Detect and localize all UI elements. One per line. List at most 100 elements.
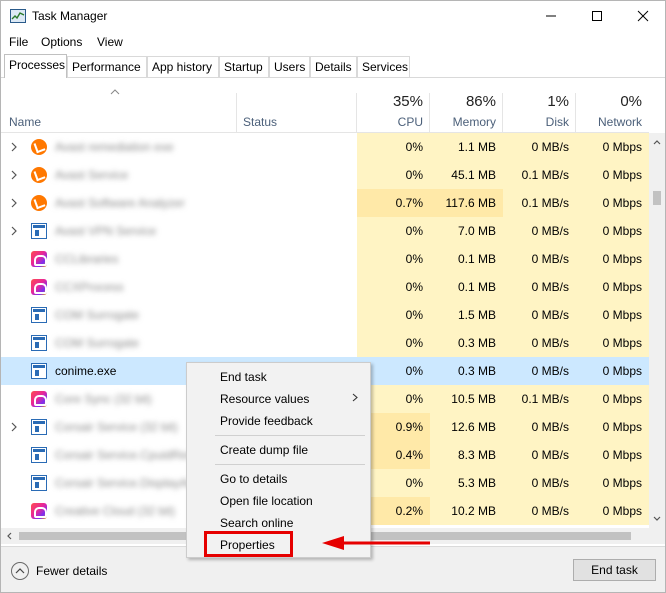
expand-chevron-icon[interactable]: [10, 170, 18, 180]
creative-cloud-icon: [31, 391, 47, 407]
scroll-up-icon[interactable]: [653, 139, 661, 145]
process-disk-value: 0 MB/s: [503, 497, 576, 525]
process-row[interactable]: Avast Software Analyzer 0.7% 117.6 MB 0.1 M…: [1, 189, 649, 217]
vertical-scrollbar[interactable]: [649, 133, 665, 528]
process-name: COM Surrogate: [55, 308, 140, 322]
process-network-value: 0 Mbps: [576, 441, 649, 469]
column-network[interactable]: Network: [576, 115, 642, 129]
column-cpu[interactable]: CPU: [357, 115, 423, 129]
process-cpu-value: 0%: [357, 161, 430, 189]
window-title: Task Manager: [32, 9, 108, 23]
process-memory-value: 10.2 MB: [430, 497, 503, 525]
process-network-value: 0 Mbps: [576, 469, 649, 497]
minimize-button[interactable]: [528, 1, 574, 31]
process-row[interactable]: CCXProcess 0% 0.1 MB 0 MB/s 0 Mbps: [1, 273, 649, 301]
process-disk-value: 0 MB/s: [503, 273, 576, 301]
process-memory-value: 1.1 MB: [430, 133, 503, 161]
process-row[interactable]: COM Surrogate 0% 0.3 MB 0 MB/s 0 Mbps: [1, 329, 649, 357]
tab-services[interactable]: Services: [357, 56, 410, 77]
app-window-icon: [31, 363, 47, 379]
process-disk-value: 0.1 MB/s: [503, 189, 576, 217]
process-row[interactable]: Avast Service 0% 45.1 MB 0.1 MB/s 0 Mbps: [1, 161, 649, 189]
process-name: COM Surrogate: [55, 336, 140, 350]
network-total-percent: 0%: [620, 93, 642, 110]
tab-startup[interactable]: Startup: [219, 56, 269, 77]
process-network-value: 0 Mbps: [576, 217, 649, 245]
process-memory-value: 7.0 MB: [430, 217, 503, 245]
scroll-left-icon[interactable]: [6, 532, 12, 540]
app-window-icon: [31, 307, 47, 323]
close-button[interactable]: [620, 1, 665, 31]
menu-create-dump-file[interactable]: Create dump file: [220, 443, 308, 457]
tab-users[interactable]: Users: [269, 56, 310, 77]
process-network-value: 0 Mbps: [576, 497, 649, 525]
process-disk-value: 0 MB/s: [503, 329, 576, 357]
process-disk-value: 0.1 MB/s: [503, 161, 576, 189]
process-name: Avast remediation exe: [55, 140, 174, 154]
end-task-button[interactable]: End task: [573, 559, 656, 581]
menu-provide-feedback[interactable]: Provide feedback: [220, 414, 313, 428]
properties-highlight-box: [204, 531, 293, 557]
process-row[interactable]: Avast remediation exe 0% 1.1 MB 0 MB/s 0 Mbp…: [1, 133, 649, 161]
app-window-icon: [31, 419, 47, 435]
column-status[interactable]: Status: [243, 115, 277, 129]
tab-app-history[interactable]: App history: [147, 56, 219, 77]
process-row[interactable]: CCLibraries 0% 0.1 MB 0 MB/s 0 Mbps: [1, 245, 649, 273]
creative-cloud-icon: [31, 279, 47, 295]
column-memory[interactable]: Memory: [430, 115, 496, 129]
fewer-details-link[interactable]: Fewer details: [36, 564, 107, 578]
creative-cloud-icon: [31, 503, 47, 519]
menu-end-task[interactable]: End task: [220, 370, 267, 384]
collapse-chevron-icon[interactable]: [11, 562, 29, 580]
app-window-icon: [31, 335, 47, 351]
menu-resource-values[interactable]: Resource values: [220, 392, 309, 406]
process-network-value: 0 Mbps: [576, 161, 649, 189]
menu-view[interactable]: View: [97, 35, 123, 49]
expand-chevron-icon[interactable]: [10, 226, 18, 236]
avast-icon: [31, 195, 47, 211]
menu-search-online[interactable]: Search online: [220, 516, 293, 530]
menu-separator: [215, 435, 365, 436]
app-window-icon: [31, 447, 47, 463]
menu-options[interactable]: Options: [41, 35, 82, 49]
expand-chevron-icon[interactable]: [10, 142, 18, 152]
process-network-value: 0 Mbps: [576, 329, 649, 357]
process-network-value: 0 Mbps: [602, 364, 642, 378]
menu-bar: File Options View: [1, 31, 665, 53]
process-network-value: 0 Mbps: [576, 133, 649, 161]
process-memory-value: 0.1 MB: [430, 273, 503, 301]
process-network-value: 0 Mbps: [576, 273, 649, 301]
expand-chevron-icon[interactable]: [10, 198, 18, 208]
menu-file[interactable]: File: [9, 35, 28, 49]
process-row[interactable]: COM Surrogate 0% 1.5 MB 0 MB/s 0 Mbps: [1, 301, 649, 329]
memory-total-percent: 86%: [465, 93, 496, 110]
process-memory-value: 45.1 MB: [430, 161, 503, 189]
minimize-icon: [546, 15, 556, 17]
expand-chevron-icon[interactable]: [10, 422, 18, 432]
column-name[interactable]: Name: [9, 115, 41, 129]
avast-icon: [31, 139, 47, 155]
tab-details[interactable]: Details: [310, 56, 357, 77]
menu-go-to-details[interactable]: Go to details: [220, 472, 287, 486]
tab-performance[interactable]: Performance: [67, 56, 147, 77]
context-menu: End task Resource values Provide feedbac…: [186, 362, 371, 558]
column-divider: [236, 93, 237, 133]
process-memory-value: 10.5 MB: [430, 385, 503, 413]
process-memory-value: 0.3 MB: [457, 364, 496, 378]
process-name: CCXProcess: [55, 280, 124, 294]
app-window-icon: [31, 223, 47, 239]
column-disk[interactable]: Disk: [503, 115, 569, 129]
tab-strip: Processes Performance App history Startu…: [1, 54, 665, 78]
title-bar: Task Manager: [1, 1, 665, 31]
scroll-down-icon[interactable]: [653, 516, 661, 522]
menu-open-file-location[interactable]: Open file location: [220, 494, 313, 508]
maximize-button[interactable]: [574, 1, 620, 31]
process-row[interactable]: Avast VPN Service 0% 7.0 MB 0 MB/s 0 Mbps: [1, 217, 649, 245]
process-name: Core Sync (32 bit): [55, 392, 152, 406]
process-disk-value: 0.1 MB/s: [503, 385, 576, 413]
vertical-scroll-thumb[interactable]: [653, 191, 661, 205]
process-network-value: 0 Mbps: [576, 245, 649, 273]
process-cpu-value: 0%: [357, 301, 430, 329]
tab-processes[interactable]: Processes: [4, 54, 67, 78]
process-memory-value: 1.5 MB: [430, 301, 503, 329]
